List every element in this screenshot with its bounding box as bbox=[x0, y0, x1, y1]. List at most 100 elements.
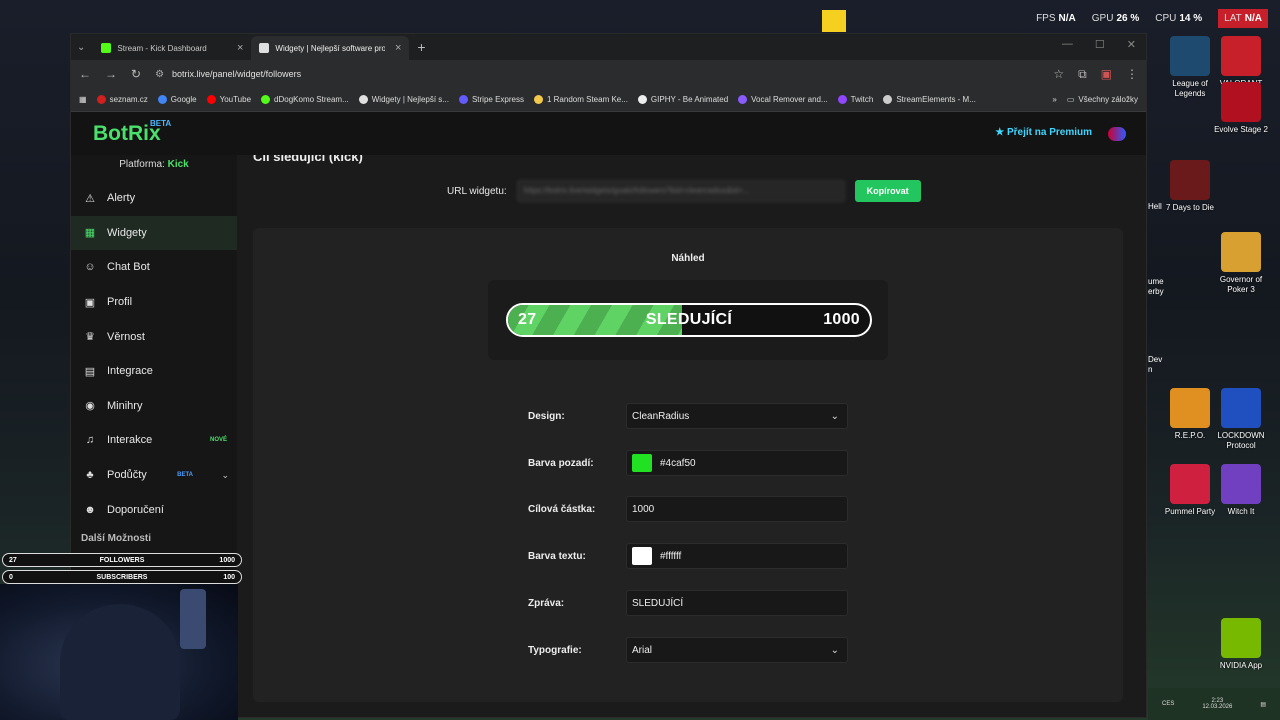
sidebar-item-minihry[interactable]: ◉ Minihry bbox=[71, 389, 237, 424]
sidebar-item-doporu-en-[interactable]: ☻ Doporučení bbox=[71, 492, 237, 527]
folder-icon: ▭ bbox=[1066, 95, 1075, 104]
perf-cpu: CPU 14 % bbox=[1155, 13, 1202, 24]
color-field[interactable]: #4caf50 bbox=[626, 450, 848, 476]
language-indicator[interactable]: CES bbox=[1162, 701, 1174, 707]
botrix-logo[interactable]: BotRix BETA bbox=[93, 119, 171, 146]
platform-value: Kick bbox=[167, 159, 189, 170]
sidebar-item-label: Chat Bot bbox=[107, 261, 150, 274]
main-content: Cíl sledující (kick) URL widgetu: https:… bbox=[237, 155, 1146, 717]
tab-close-icon[interactable]: × bbox=[237, 42, 243, 54]
tab-label: Stream - Kick Dashboard bbox=[117, 43, 207, 53]
apps-icon[interactable]: ▦ bbox=[79, 95, 87, 104]
widget-url-input[interactable]: https://botrix.live/widgets/goals/follow… bbox=[516, 180, 845, 202]
nav-icon: ♣ bbox=[86, 469, 94, 482]
color-swatch[interactable] bbox=[632, 547, 652, 565]
select-field[interactable]: Arial ⌄ bbox=[626, 637, 848, 663]
forward-icon[interactable]: → bbox=[105, 67, 117, 81]
browser-tab[interactable]: Widgety | Nejlepší software pro × bbox=[251, 36, 410, 60]
beta-tag: BETA bbox=[150, 119, 172, 128]
perf-key: FPS bbox=[1036, 12, 1056, 24]
premium-link[interactable]: ★ Přejít na Premium bbox=[995, 127, 1092, 138]
chevron-down-icon[interactable]: ⌄ bbox=[221, 470, 229, 481]
bookmark[interactable]: seznam.cz bbox=[96, 95, 148, 104]
bookmark-star-icon[interactable]: ☆ bbox=[1053, 67, 1064, 81]
sidebar-item-interakce[interactable]: ♫ Interakce NOVÉ bbox=[71, 423, 237, 458]
sidebar-item-label: Profil bbox=[107, 296, 133, 309]
sidebar-item-label: Integrace bbox=[107, 365, 153, 378]
url-text[interactable]: botrix.live/panel/widget/followers bbox=[172, 69, 301, 79]
menu-icon[interactable]: ⋮ bbox=[1126, 67, 1138, 81]
sidebar-item-v-rnost[interactable]: ♛ Věrnost bbox=[71, 319, 237, 354]
minimize-icon[interactable]: — bbox=[1062, 38, 1073, 51]
partial-icon-label: Dev bbox=[1148, 355, 1163, 364]
tab-close-icon[interactable]: × bbox=[395, 42, 401, 54]
goal-target: 1000 bbox=[823, 311, 860, 328]
desktop-icon-7-days-to-die[interactable]: 7 Days to Die bbox=[1160, 160, 1220, 213]
partial-icon-label: Hell bbox=[1148, 202, 1162, 211]
bookmark[interactable]: Widgety | Nejlepší s... bbox=[358, 95, 449, 104]
overlay-label: FOLLOWERS bbox=[99, 556, 145, 564]
site-info-icon[interactable]: ⚙ bbox=[155, 69, 164, 80]
back-icon[interactable]: ← bbox=[79, 67, 91, 81]
app-header: BotRix BETA ★ Přejít na Premium bbox=[71, 113, 1146, 155]
bookmark[interactable]: YouTube bbox=[206, 95, 251, 104]
select-field[interactable]: CleanRadius ⌄ bbox=[626, 403, 848, 429]
bookmark[interactable]: Stripe Express bbox=[458, 95, 524, 104]
avatar[interactable] bbox=[1108, 127, 1126, 141]
sidebar-item-integrace[interactable]: ▤ Integrace bbox=[71, 354, 237, 389]
app-icon bbox=[1221, 82, 1261, 122]
bookmark-favicon bbox=[358, 95, 368, 104]
bookmark[interactable]: dDogKomo Stream... bbox=[261, 95, 349, 104]
all-bookmarks[interactable]: ▭ Všechny záložky bbox=[1067, 95, 1138, 104]
perf-gpu: GPU 26 % bbox=[1092, 13, 1139, 24]
bookmark[interactable]: Twitch bbox=[837, 95, 873, 104]
bookmarks-overflow-icon[interactable]: » bbox=[1052, 95, 1056, 104]
text-field[interactable]: 1000 bbox=[626, 496, 848, 522]
all-bookmarks-label: Všechny záložky bbox=[1078, 95, 1138, 104]
bookmark[interactable]: Google bbox=[157, 95, 197, 104]
widget-url-label: URL widgetu: bbox=[447, 185, 507, 197]
bookmark[interactable]: GIPHY - Be Animated bbox=[637, 95, 728, 104]
copy-button[interactable]: Kopírovat bbox=[854, 180, 921, 202]
color-swatch[interactable] bbox=[632, 454, 652, 472]
bookmark-favicon bbox=[261, 95, 271, 104]
notification-icon[interactable]: ▤ bbox=[1260, 701, 1266, 708]
desktop-icon-witch-it[interactable]: Witch It bbox=[1211, 464, 1271, 517]
profile-icon[interactable]: ▣ bbox=[1101, 67, 1112, 81]
nav-icon: ▦ bbox=[84, 227, 96, 240]
goal-current: 27 bbox=[518, 311, 537, 328]
overlay-goal: 1000 bbox=[219, 556, 235, 564]
sidebar-item-profil[interactable]: ▣ Profil bbox=[71, 285, 237, 320]
premium-label: Přejít na Premium bbox=[1006, 127, 1092, 138]
partial-icon-label: erby bbox=[1148, 287, 1164, 296]
color-field[interactable]: #ffffff bbox=[626, 543, 848, 569]
form-label: Design: bbox=[528, 410, 565, 422]
extensions-icon[interactable]: ⧉ bbox=[1078, 67, 1087, 82]
clock-date[interactable]: 12.03.2026 bbox=[1202, 704, 1232, 710]
maximize-icon[interactable]: ☐ bbox=[1095, 38, 1105, 51]
address-bar[interactable]: ⚙ botrix.live/panel/widget/followers bbox=[155, 69, 1039, 80]
desktop-icon-nvidia-app[interactable]: NVIDIA App bbox=[1211, 618, 1271, 671]
bookmark[interactable]: Vocal Remover and... bbox=[738, 95, 828, 104]
chevron-down-icon: ⌄ bbox=[830, 644, 839, 656]
new-tab-button[interactable]: + bbox=[417, 39, 425, 55]
reload-icon[interactable]: ↻ bbox=[131, 67, 141, 81]
desktop-icon-lockdown-protocol[interactable]: LOCKDOWN Protocol bbox=[1211, 388, 1271, 451]
sidebar-item-widgety[interactable]: ▦ Widgety bbox=[71, 215, 237, 251]
sidebar-item-label: Interakce bbox=[107, 434, 153, 447]
bookmark-label: StreamElements - M... bbox=[896, 95, 976, 104]
browser-tab[interactable]: Stream - Kick Dashboard × bbox=[93, 36, 251, 60]
sidebar-item-pod-ty[interactable]: ♣ Podůčty BETA ⌄ bbox=[71, 458, 237, 493]
text-field[interactable]: SLEDUJÍCÍ bbox=[626, 590, 848, 616]
sidebar-item-alerty[interactable]: ⚠ Alerty bbox=[71, 181, 237, 216]
close-icon[interactable]: ✕ bbox=[1127, 38, 1136, 51]
sidebar-item-chat-bot[interactable]: ☺ Chat Bot bbox=[71, 250, 237, 285]
desktop-icon-evolve-stage-2[interactable]: Evolve Stage 2 bbox=[1211, 82, 1271, 135]
bookmark-label: Vocal Remover and... bbox=[751, 95, 828, 104]
tab-search-icon[interactable]: ⌄ bbox=[77, 42, 85, 53]
nav-icon: ☺ bbox=[84, 261, 96, 274]
bookmark-label: dDogKomo Stream... bbox=[274, 95, 349, 104]
bookmark[interactable]: 1 Random Steam Ke... bbox=[533, 95, 628, 104]
desktop-icon-governor-of-poker-3[interactable]: Governor of Poker 3 bbox=[1211, 232, 1271, 295]
bookmark[interactable]: StreamElements - M... bbox=[883, 95, 976, 104]
